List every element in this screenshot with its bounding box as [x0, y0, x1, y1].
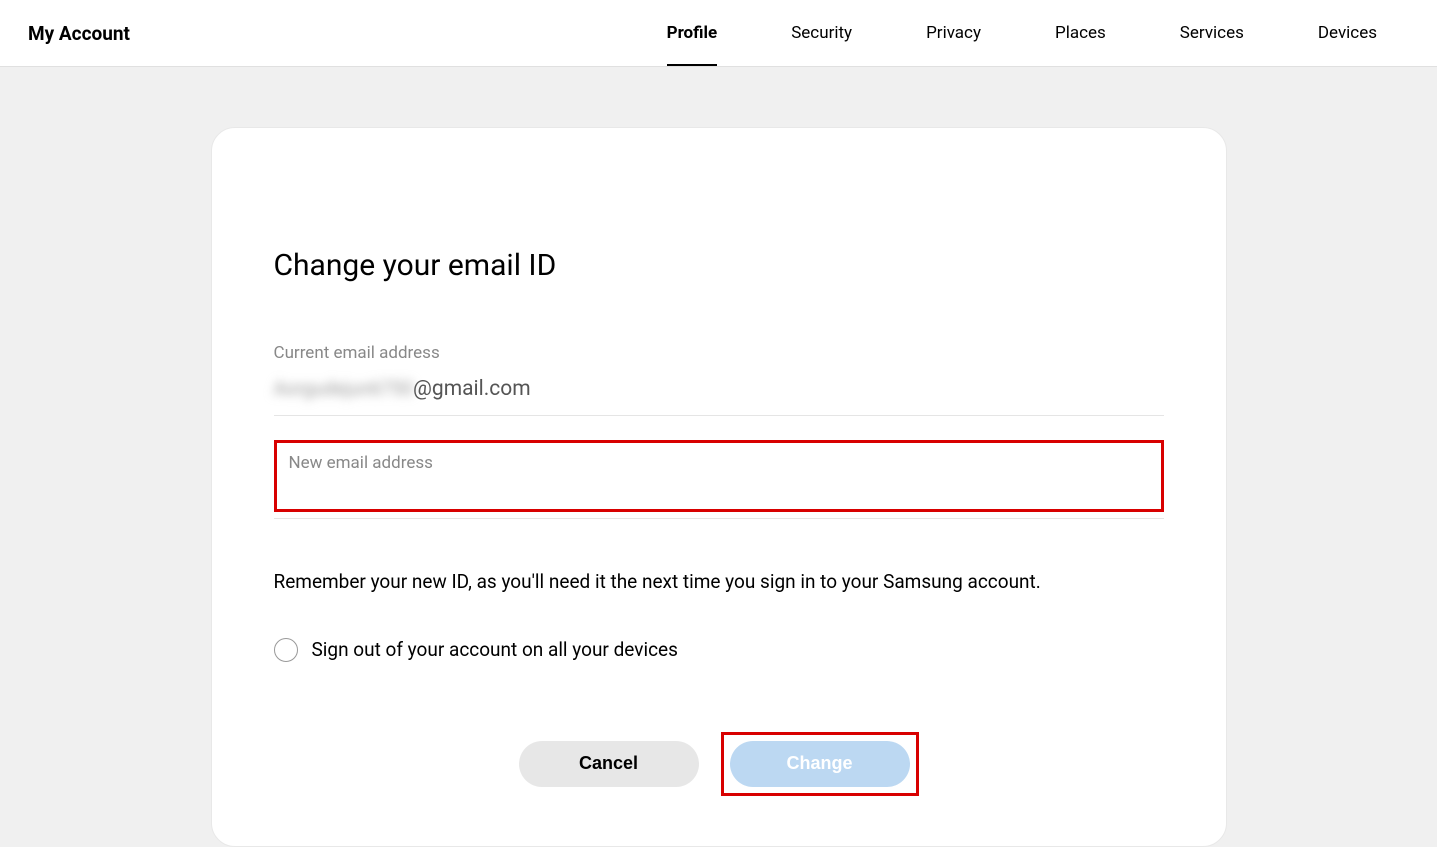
tab-places[interactable]: Places	[1043, 0, 1118, 66]
change-email-card: Change your email ID Current email addre…	[211, 127, 1227, 847]
tab-devices[interactable]: Devices	[1306, 0, 1389, 66]
change-button-highlight: Change	[721, 732, 919, 796]
signout-checkbox-label: Sign out of your account on all your dev…	[312, 638, 678, 661]
nav-tabs: Profile Security Privacy Places Services…	[655, 0, 1409, 66]
current-email-domain: @gmail.com	[413, 377, 531, 401]
current-email-label: Current email address	[274, 343, 1164, 363]
reminder-text: Remember your new ID, as you'll need it …	[274, 569, 1164, 596]
card-title: Change your email ID	[274, 248, 1164, 283]
content-area: Change your email ID Current email addre…	[0, 67, 1437, 847]
new-email-underline	[274, 518, 1164, 519]
page-brand-title: My Account	[28, 22, 130, 45]
tab-security[interactable]: Security	[779, 0, 864, 66]
tab-profile[interactable]: Profile	[655, 0, 730, 66]
tab-services[interactable]: Services	[1168, 0, 1256, 66]
change-button[interactable]: Change	[730, 741, 910, 787]
button-row: Cancel Change	[274, 732, 1164, 796]
tab-privacy[interactable]: Privacy	[914, 0, 993, 66]
signout-checkbox[interactable]	[274, 638, 298, 662]
current-email-value: Aorgudejun6750 @gmail.com	[274, 377, 1164, 401]
cancel-button[interactable]: Cancel	[519, 741, 699, 787]
current-email-field: Current email address Aorgudejun6750 @gm…	[274, 343, 1164, 416]
signout-checkbox-row: Sign out of your account on all your dev…	[274, 638, 1164, 662]
current-email-local-blurred: Aorgudejun6750	[274, 377, 414, 400]
new-email-label: New email address	[289, 453, 1149, 473]
new-email-field-highlight[interactable]: New email address	[274, 440, 1164, 512]
top-header: My Account Profile Security Privacy Plac…	[0, 0, 1437, 67]
